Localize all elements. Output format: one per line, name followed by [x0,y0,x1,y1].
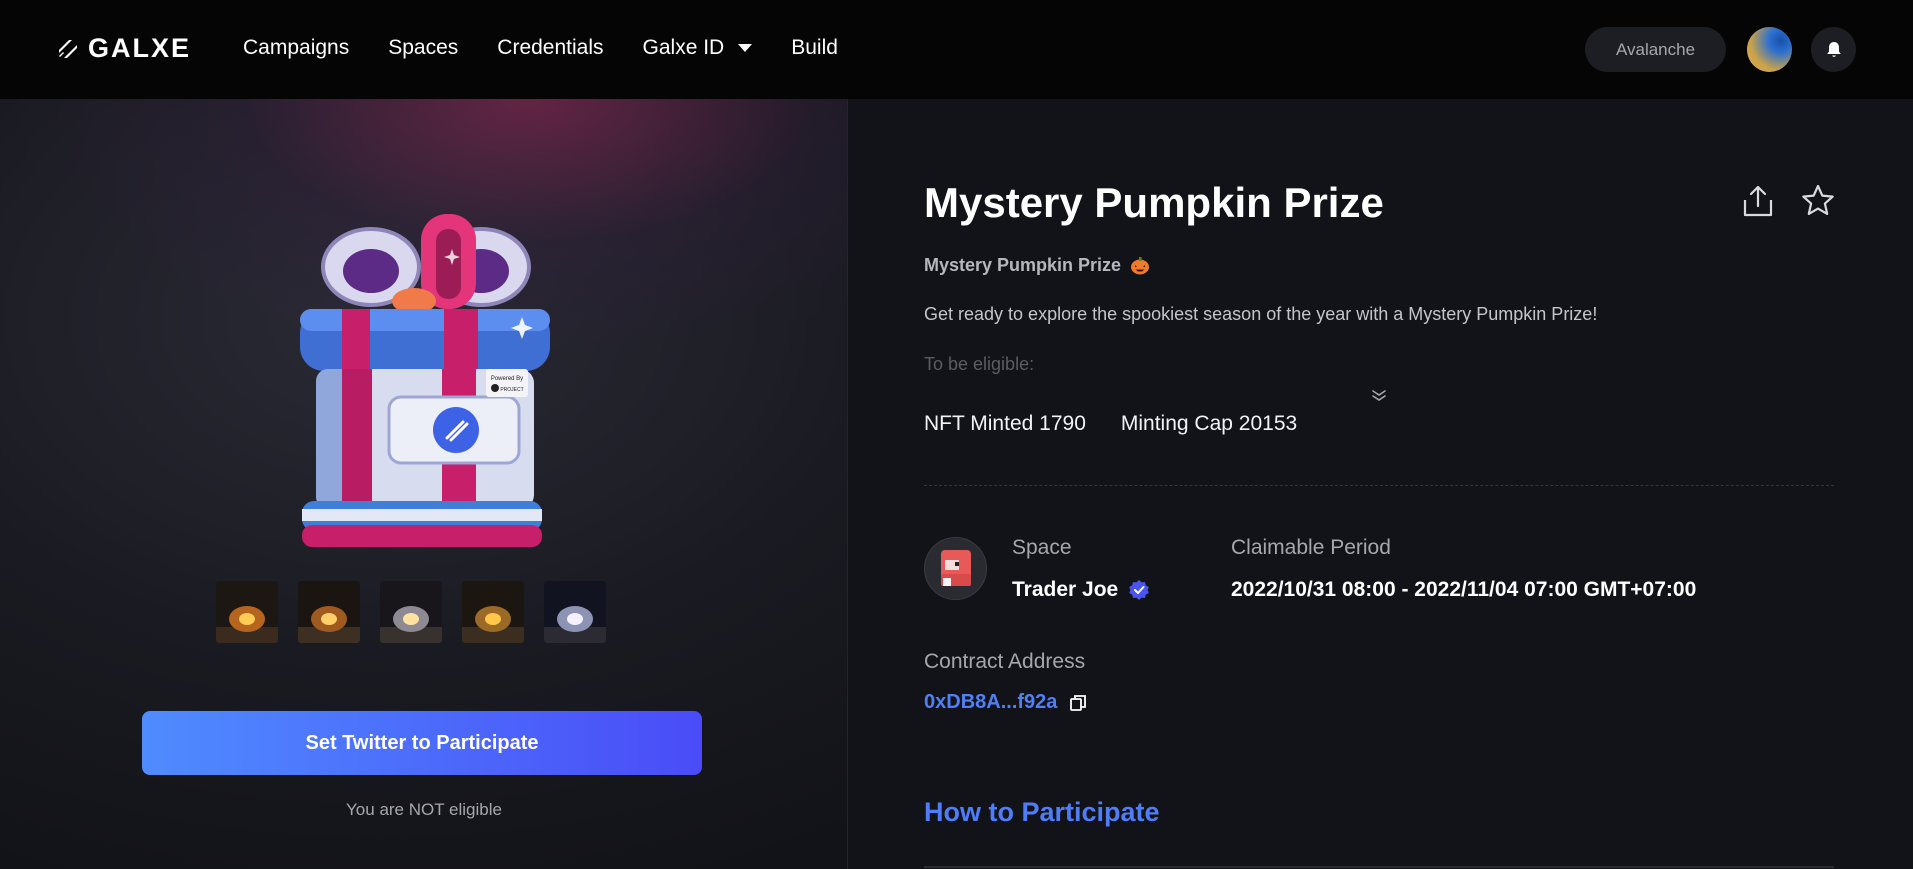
bell-icon [1826,41,1841,57]
claimable-period-value: 2022/10/31 08:00 - 2022/11/04 07:00 GMT+… [1231,578,1697,601]
nft-minted-label: NFT Minted [924,412,1034,435]
campaign-description-faded: To be eligible: [924,354,1035,374]
brand-name: GALXE [88,33,192,63]
thumbnail-pumpkin-2[interactable] [298,581,360,643]
claimable-period-label: Claimable Period [1231,536,1391,559]
set-twitter-button[interactable]: Set Twitter to Participate [142,711,702,775]
space-name-row: Trader Joe [1012,578,1150,602]
nav-item-credentials[interactable]: Credentials [497,36,603,60]
section-divider-bottom [924,866,1834,868]
thumbnail-pumpkin-3[interactable] [380,581,442,643]
user-avatar[interactable] [1747,27,1792,72]
nav-label: Campaigns [243,36,350,59]
campaign-subtitle: Mystery Pumpkin Prize [924,254,1151,276]
double-chevron-down-icon[interactable] [1371,389,1387,403]
thumbnail-pumpkin-4[interactable] [462,581,524,643]
nav-item-build[interactable]: Build [791,36,838,60]
eligibility-status: You are NOT eligible [346,800,502,819]
contract-address-link[interactable]: 0xDB8A...f92a [924,691,1057,714]
galxe-logo[interactable]: GALXE [56,33,191,64]
nft-minted-stat: NFT Minted 1790 [924,412,1086,436]
space-label: Space [1012,536,1072,559]
image-thumbnail-list [216,581,606,643]
minting-cap-stat: Minting Cap 20153 [1121,412,1297,436]
nav-label: Galxe ID [642,36,725,59]
nav-label: Build [791,36,838,59]
nft-minted-value: 1790 [1039,412,1086,435]
galxe-logo-icon [59,39,77,58]
space-avatar[interactable] [924,537,987,600]
nav-item-galxe-id[interactable]: Galxe ID [643,36,753,60]
section-divider [924,485,1834,486]
nav-label: Credentials [497,36,604,59]
campaign-media-panel: Powered By PROJECT Set Twitter to Partic… [0,99,848,869]
notifications-button[interactable] [1811,27,1856,72]
how-to-participate-heading: How to Participate [924,797,1160,827]
svg-text:PROJECT: PROJECT [500,387,523,393]
contract-address-label: Contract Address [924,650,1086,673]
trader-joe-logo-icon [941,550,971,586]
mint-stats: NFT Minted 1790 Minting Cap 20153 [924,412,1297,436]
campaign-description: Get ready to explore the spookiest seaso… [924,304,1598,324]
contract-address-row: 0xDB8A...f92a [924,691,1087,714]
share-icon[interactable] [1740,183,1776,219]
nav-item-campaigns[interactable]: Campaigns [243,36,349,60]
thumbnail-pumpkin-1[interactable] [216,581,278,643]
minting-cap-label: Minting Cap [1120,412,1233,435]
copy-icon[interactable] [1069,694,1087,712]
svg-text:Powered By: Powered By [491,376,523,382]
verified-icon [1129,580,1150,600]
campaign-details-panel: Mystery Pumpkin Prize Mystery Pumpkin Pr… [849,99,1913,869]
gift-box-nft-image: Powered By PROJECT [300,214,550,547]
thumbnail-pumpkin-5[interactable] [544,581,606,643]
pumpkin-emoji-icon [1131,257,1150,275]
nav-label: Spaces [388,36,459,59]
space-name[interactable]: Trader Joe [1012,578,1118,602]
star-icon[interactable] [1800,183,1836,219]
top-navigation-bar: GALXE Campaigns Spaces Credentials Galxe… [0,0,1913,99]
subtitle-text: Mystery Pumpkin Prize [924,254,1122,275]
main-nav: Campaigns Spaces Credentials Galxe ID Bu… [243,36,838,60]
chain-selector-button[interactable]: Avalanche [1585,27,1726,72]
nav-item-spaces[interactable]: Spaces [388,36,458,60]
campaign-title: Mystery Pumpkin Prize [924,179,1384,226]
minting-cap-value: 20153 [1238,412,1298,435]
chevron-down-icon [738,44,753,52]
